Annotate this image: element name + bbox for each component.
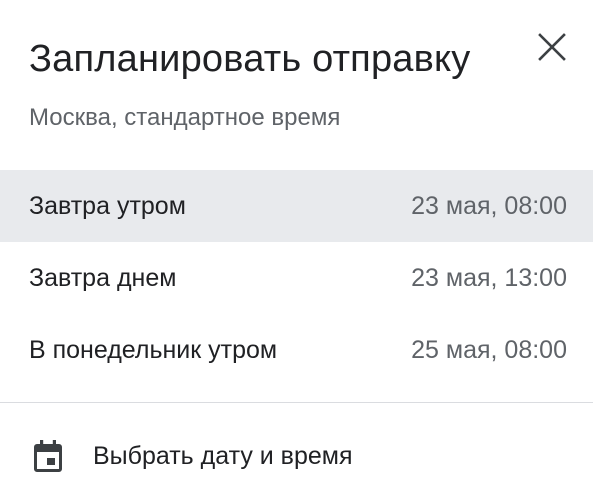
divider (0, 402, 593, 403)
option-tomorrow-afternoon[interactable]: Завтра днем 23 мая, 13:00 (0, 242, 593, 314)
close-button[interactable] (532, 27, 572, 67)
option-time: 25 мая, 08:00 (411, 335, 567, 364)
dialog-title: Запланировать отправку (29, 38, 471, 80)
option-monday-morning[interactable]: В понедельник утром 25 мая, 08:00 (0, 314, 593, 386)
timezone-subtitle: Москва, стандартное время (29, 104, 341, 131)
schedule-options-list: Завтра утром 23 мая, 08:00 Завтра днем 2… (0, 170, 593, 386)
option-tomorrow-morning[interactable]: Завтра утром 23 мая, 08:00 (0, 170, 593, 242)
pick-date-time-button[interactable]: Выбрать дату и время (0, 418, 593, 490)
schedule-send-dialog: Запланировать отправку Москва, стандартн… (0, 0, 593, 490)
option-time: 23 мая, 08:00 (411, 191, 567, 220)
close-icon (538, 33, 566, 61)
option-label: Завтра днем (29, 263, 177, 292)
option-label: В понедельник утром (29, 335, 278, 364)
pick-date-time-label: Выбрать дату и время (93, 442, 353, 470)
calendar-icon (34, 440, 62, 472)
option-time: 23 мая, 13:00 (411, 263, 567, 292)
option-label: Завтра утром (29, 191, 186, 220)
